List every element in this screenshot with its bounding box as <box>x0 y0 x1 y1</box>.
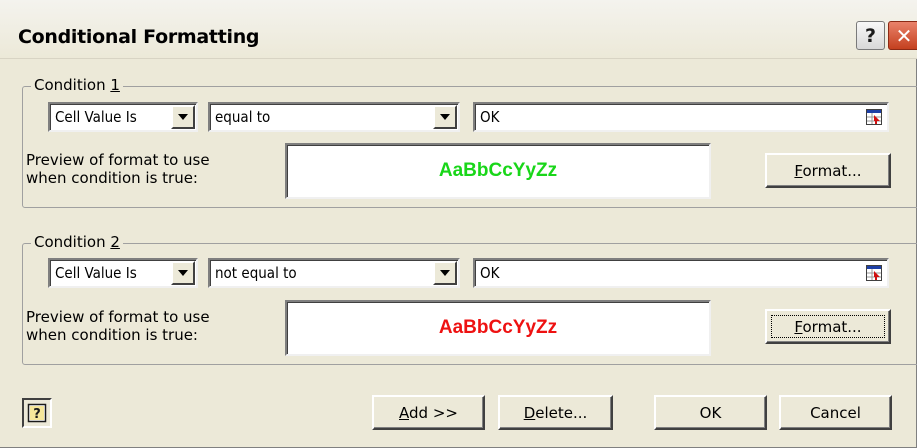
condition-1-preview-sample: AaBbCcYyZz <box>438 160 558 181</box>
condition-1-value-text: OK <box>480 108 500 126</box>
focus-ring <box>771 315 885 338</box>
context-help-icon: ? <box>27 403 47 423</box>
chevron-down-icon[interactable] <box>433 261 457 285</box>
help-question-icon: ? <box>864 24 877 47</box>
condition-2-operator-value: not equal to <box>215 264 297 282</box>
condition-1-preview-label-line2: when condition is true: <box>26 169 198 187</box>
condition-2-operand-value: Cell Value Is <box>55 264 137 282</box>
chevron-down-icon[interactable] <box>171 105 195 129</box>
condition-2-label-text: Condition <box>34 233 111 251</box>
condition-2-preview-label-line2: when condition is true: <box>26 326 198 344</box>
condition-2-operand-select[interactable]: Cell Value Is <box>48 258 198 288</box>
condition-2-preview-label-line1: Preview of format to use <box>26 308 210 326</box>
svg-text:?: ? <box>33 407 41 422</box>
close-icon: ✕ <box>895 23 913 48</box>
condition-1-preview-label: Preview of format to use when condition … <box>26 151 210 187</box>
cancel-button[interactable]: Cancel <box>779 395 892 430</box>
condition-2-label-number: 2 <box>110 233 120 251</box>
help-button[interactable]: ? <box>856 21 885 50</box>
collapse-dialog-range-icon[interactable] <box>865 107 883 127</box>
condition-1-preview-box: AaBbCcYyZz <box>285 143 711 199</box>
condition-2-format-button[interactable]: Format... <box>765 309 891 344</box>
chevron-down-icon[interactable] <box>433 105 457 129</box>
delete-button-label: Delete... <box>523 403 588 422</box>
context-help-button[interactable]: ? <box>22 398 52 428</box>
close-button[interactable]: ✕ <box>888 21 917 50</box>
condition-1-label-number: 1 <box>110 76 120 94</box>
delete-button[interactable]: Delete... <box>498 395 613 430</box>
condition-2-preview-sample: AaBbCcYyZz <box>438 317 558 338</box>
add-button[interactable]: Add >> <box>372 395 485 430</box>
condition-2-operator-select[interactable]: not equal to <box>208 258 460 288</box>
dialog-title: Conditional Formatting <box>18 26 260 48</box>
condition-1-format-button-label: Format... <box>794 161 862 180</box>
condition-2-preview-label: Preview of format to use when condition … <box>26 308 210 344</box>
condition-2-preview-box: AaBbCcYyZz <box>285 300 711 356</box>
condition-1-label-text: Condition <box>34 76 111 94</box>
condition-1-operand-select[interactable]: Cell Value Is <box>48 102 198 132</box>
title-bar: Conditional Formatting ? ✕ <box>0 0 917 59</box>
condition-1-operator-select[interactable]: equal to <box>208 102 460 132</box>
ok-button[interactable]: OK <box>654 395 767 430</box>
condition-2-value-input[interactable]: OK <box>473 258 889 288</box>
condition-1-label: Condition 1 <box>31 76 123 94</box>
collapse-dialog-range-icon[interactable] <box>865 263 883 283</box>
condition-1-preview-label-line1: Preview of format to use <box>26 151 210 169</box>
cancel-button-label: Cancel <box>810 403 861 422</box>
add-button-label: Add >> <box>399 403 458 422</box>
condition-1-operand-value: Cell Value Is <box>55 108 137 126</box>
ok-button-label: OK <box>699 403 722 422</box>
condition-1-format-button[interactable]: Format... <box>765 153 891 188</box>
condition-1-value-input[interactable]: OK <box>473 102 889 132</box>
chevron-down-icon[interactable] <box>171 261 195 285</box>
condition-2-label: Condition 2 <box>31 233 123 251</box>
conditional-formatting-dialog: Conditional Formatting ? ✕ Condition 1 C… <box>0 0 917 448</box>
condition-1-operator-value: equal to <box>215 108 271 126</box>
condition-2-value-text: OK <box>480 264 500 282</box>
